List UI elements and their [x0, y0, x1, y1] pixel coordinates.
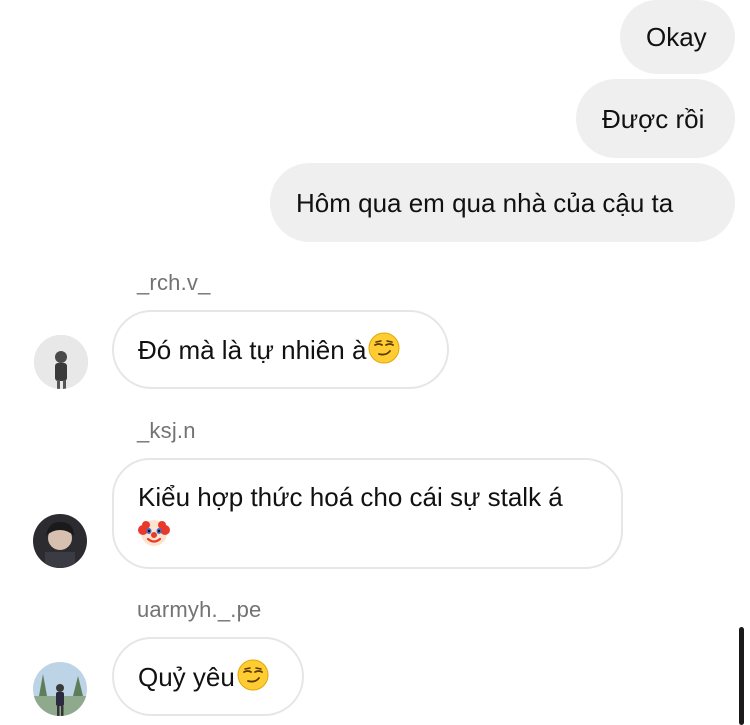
outgoing-message[interactable]: Được rồi: [576, 79, 735, 158]
smirking-face-emoji: [368, 332, 400, 363]
incoming-message[interactable]: Đó mà là tự nhiên à: [112, 310, 449, 389]
avatar-image: [33, 662, 87, 716]
clown-face-emoji: [138, 520, 170, 547]
avatar-rch[interactable]: [34, 335, 88, 389]
incoming-message[interactable]: Quỷ yêu: [112, 637, 304, 716]
avatar-uarmyh[interactable]: [33, 662, 87, 716]
outgoing-message[interactable]: Hôm qua em qua nhà của cậu ta: [270, 163, 735, 242]
sender-username[interactable]: uarmyh._.pe: [137, 597, 262, 623]
sender-username[interactable]: _rch.v_: [137, 270, 211, 296]
scrollbar[interactable]: [739, 627, 744, 725]
message-text: Được rồi: [602, 103, 705, 134]
message-text: Kiểu hợp thức hoá cho cái sự stalk á: [138, 482, 563, 512]
outgoing-message[interactable]: Okay: [620, 0, 735, 74]
message-text: Quỷ yêu: [138, 661, 235, 692]
sender-username[interactable]: _ksj.n: [137, 418, 196, 444]
incoming-message[interactable]: Kiểu hợp thức hoá cho cái sự stalk á: [112, 458, 623, 569]
smirking-face-emoji: [237, 659, 269, 690]
chat-thread: Okay Được rồi Hôm qua em qua nhà của cậu…: [0, 0, 750, 725]
avatar-image: [33, 514, 87, 568]
avatar-image: [34, 335, 88, 389]
avatar-ksj[interactable]: [33, 514, 87, 568]
message-body: Kiểu hợp thức hoá cho cái sự stalk á: [138, 480, 597, 550]
message-text: Okay: [646, 22, 707, 52]
message-text: Hôm qua em qua nhà của cậu ta: [296, 187, 674, 218]
message-text: Đó mà là tự nhiên à: [138, 334, 367, 365]
